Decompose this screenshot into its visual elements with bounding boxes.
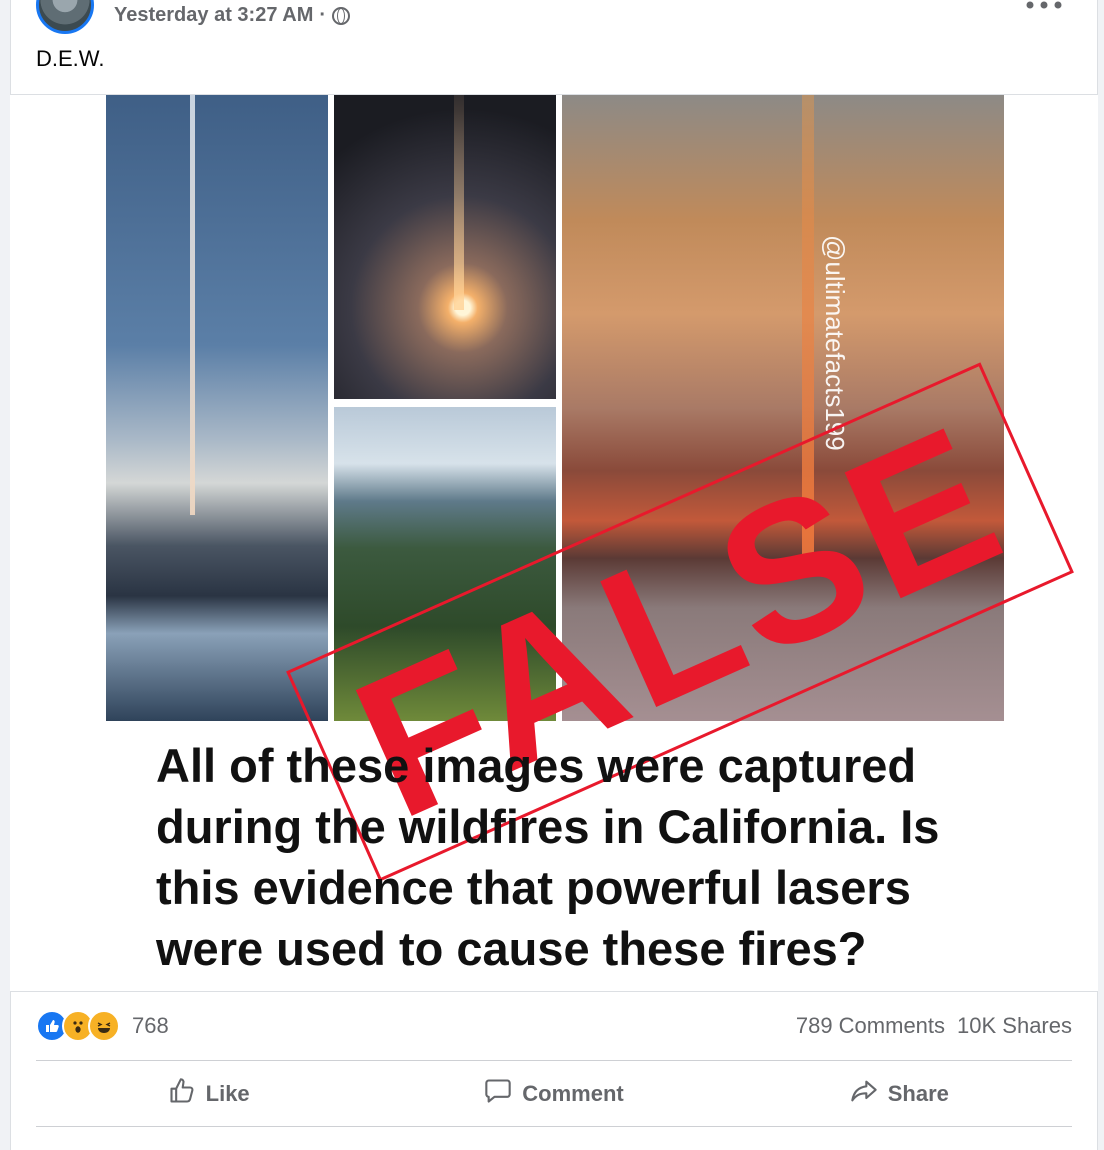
post-stats-bar: 768 789 Comments 10K Shares (36, 1008, 1072, 1044)
engagement-counts: 789 Comments 10K Shares (796, 1013, 1072, 1039)
post-image[interactable]: @ultimatefacts199 FALSE All of these ima… (10, 94, 1098, 992)
reactions-summary[interactable]: 768 (36, 1010, 169, 1042)
post-timestamp-row: Yesterday at 3:27 AM · (114, 4, 351, 27)
shares-count-link[interactable]: 10K Shares (957, 1013, 1072, 1039)
photo-lake-beam (106, 95, 328, 721)
bottom-divider (36, 1126, 1072, 1127)
share-arrow-icon (850, 1077, 878, 1111)
share-button[interactable]: Share (727, 1062, 1072, 1126)
like-button[interactable]: Like (36, 1062, 381, 1126)
reaction-count: 768 (132, 1013, 169, 1038)
post-timestamp[interactable]: Yesterday at 3:27 AM (114, 4, 313, 27)
watermark-handle: @ultimatefacts199 (820, 235, 850, 451)
more-icon[interactable] (1024, 0, 1064, 17)
photo-night-beam (334, 95, 556, 399)
light-beam (454, 95, 464, 310)
post-caption: D.E.W. (36, 46, 105, 71)
image-question-text: All of these images were captured during… (156, 739, 940, 975)
comments-count-link[interactable]: 789 Comments (796, 1013, 945, 1039)
share-label: Share (887, 1081, 949, 1106)
light-beam (190, 95, 195, 515)
comment-bubble-icon (484, 1077, 512, 1111)
like-label: Like (205, 1081, 250, 1106)
comment-button[interactable]: Comment (381, 1062, 726, 1126)
thumbs-up-icon (168, 1077, 196, 1111)
stats-divider (36, 1060, 1072, 1061)
timestamp-separator: · (319, 4, 327, 26)
comment-label: Comment (522, 1081, 624, 1106)
globe-icon[interactable] (332, 6, 351, 25)
haha-reaction-icon (88, 1010, 120, 1042)
post-actions-bar: Like Comment Share (36, 1062, 1072, 1126)
